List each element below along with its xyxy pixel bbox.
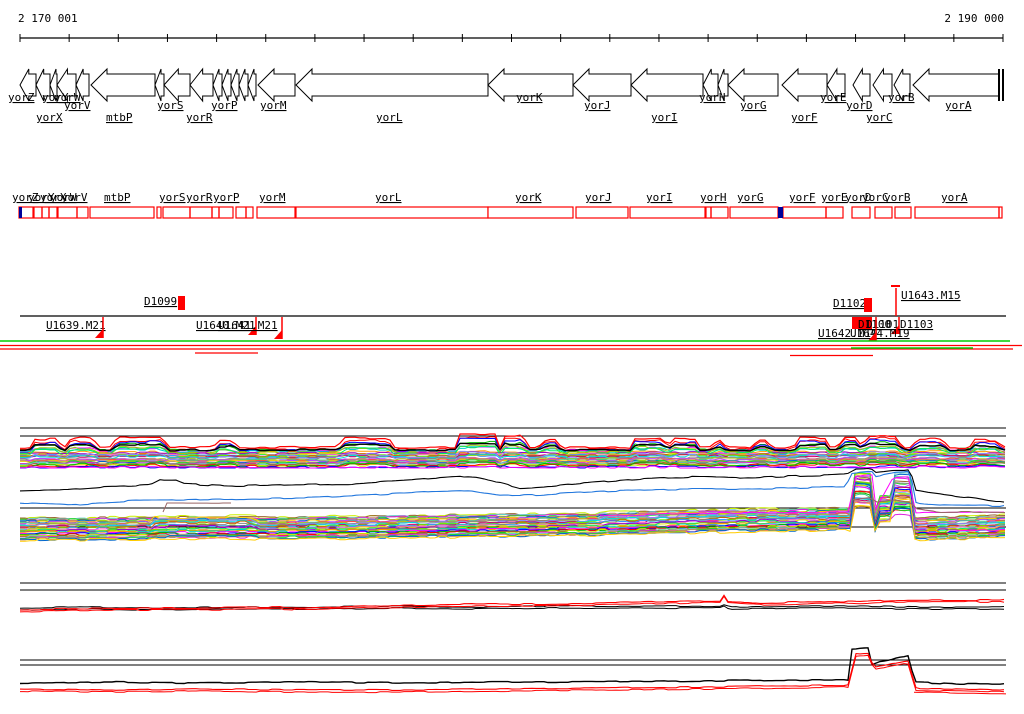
annotation-box[interactable] [487,206,574,219]
marker-label-U1641.M21[interactable]: U1641.M21 [218,319,278,332]
annotation-label-yorK[interactable]: yorK [515,191,542,204]
annotation-track: yorZyorYyorXyorWyorV mtbP yorS yorR yorP yorM… [12,191,1003,219]
gene-arrow-yorL[interactable] [295,67,489,103]
gene-label-yorI[interactable]: yorI [651,111,678,124]
gene-arrow[interactable] [154,68,165,102]
marker-label-U1644.M19[interactable]: U1644.M19 [850,327,910,340]
annotation-box[interactable] [729,206,779,219]
gene-label-yorC[interactable]: yorC [866,111,893,124]
trace-bottom-red-fan [913,691,1007,695]
annotation-label-yorJ[interactable]: yorJ [585,191,612,204]
contig-end-bar [998,69,1000,101]
annotation-label-yorH[interactable]: yorH [700,191,727,204]
annotation-box[interactable] [162,206,234,219]
annotation-label-yorP[interactable]: yorP [213,191,240,204]
annotation-box[interactable] [295,206,489,219]
gene-label-yorP[interactable]: yorP [211,99,238,112]
gene-label-yorR[interactable]: yorR [186,111,213,124]
annotation-box[interactable] [914,206,1003,219]
gene-label-yorV[interactable]: yorV [64,99,91,112]
gene-arrow-yorP[interactable] [238,68,249,102]
annotation-label-yorS[interactable]: yorS [159,191,186,204]
gene-label-yorK[interactable]: yorK [516,91,543,104]
ruler-start-coordinate: 2 170 001 [18,12,78,25]
gene-label-yorE[interactable]: yorE [820,91,847,104]
gene-arrow-yorA[interactable] [912,67,1000,103]
contig-end-bar [1002,69,1004,101]
annotation-box[interactable] [156,206,162,219]
annotation-box[interactable] [782,206,844,219]
annotation-box[interactable] [894,206,912,219]
gene-label-yorG[interactable]: yorG [740,99,767,112]
annotation-label-yorR[interactable]: yorR [186,191,213,204]
gene-arrow-yorD[interactable] [852,67,871,103]
gene-arrow-yorG[interactable] [727,67,779,103]
gene-arrow[interactable] [212,68,223,102]
gene-label-yorX[interactable]: yorX [36,111,63,124]
gene-arrow[interactable] [221,68,232,102]
annotation-label-yorA[interactable]: yorA [941,191,968,204]
annotation-box[interactable] [33,206,58,219]
annotation-highlight-navy[interactable] [778,207,783,218]
marker-label-U1643.M15[interactable]: U1643.M15 [901,289,961,302]
marker-track: D1099 D1102U1643.M15U1639.M21 U1640.M21U16… [20,285,1006,341]
marker-box[interactable] [178,296,185,310]
gene-label-yorZ[interactable]: yorZ [8,91,35,104]
ruler-end-coordinate: 2 190 000 [944,12,1004,25]
annotation-box[interactable] [235,206,254,219]
marker-box[interactable] [864,298,872,312]
gene-arrow-yorR[interactable] [189,67,214,103]
trace-bottom-red [20,654,1005,694]
coverage-track [0,340,1022,357]
gene-label-yorB[interactable]: yorB [888,91,915,104]
gene-arrow-yorJ[interactable] [572,67,632,103]
gene-label-mtbP[interactable]: mtbP [106,111,133,124]
annotation-label-yorM[interactable]: yorM [259,191,286,204]
annotation-box[interactable] [629,206,706,219]
signal-trace [20,473,1006,520]
gene-label-yorF[interactable]: yorF [791,111,818,124]
annotation-mark-blue [19,207,22,218]
genome-browser-window: 2 170 001 2 190 000 yorZ yorY yorW yorV yorX… [0,0,1024,714]
gene-label-yorM[interactable]: yorM [260,99,287,112]
annotation-label-yorB[interactable]: yorB [884,191,911,204]
gene-arrow-yorS[interactable] [163,67,191,103]
annotation-box[interactable] [851,206,871,219]
gene-label-yorL[interactable]: yorL [376,111,403,124]
gene-label-yorS[interactable]: yorS [157,99,184,112]
annotation-box[interactable] [575,206,629,219]
marker-dash [891,285,900,287]
annotation-box[interactable] [874,206,893,219]
annotation-box[interactable] [89,206,155,219]
annotation-label-yorI[interactable]: yorI [646,191,673,204]
gene-arrow[interactable] [247,68,257,102]
marker-label-D1102[interactable]: D1102 [833,297,866,310]
marker-label-D1099[interactable]: D1099 [144,295,177,308]
gene-track: yorZ yorYyorWyorVyorX mtbPyorSyorRyorP yorM… [8,67,1004,124]
annotation-label-yorF[interactable]: yorF [789,191,816,204]
gene-label-yorH[interactable]: yorH [699,91,726,104]
annotation-label-yorE[interactable]: yorE [821,191,848,204]
signal-panels [19,427,1007,695]
annotation-label-yorG[interactable]: yorG [737,191,764,204]
gene-arrow-mtbP[interactable] [90,67,156,103]
annotation-label-mtbP[interactable]: mtbP [104,191,131,204]
gene-label-yorA[interactable]: yorA [945,99,972,112]
gene-arrow[interactable] [230,68,240,102]
annotation-box[interactable] [256,206,296,219]
annotation-label-yorL[interactable]: yorL [375,191,402,204]
marker-label-U1639.M21[interactable]: U1639.M21 [46,319,106,332]
gene-label-yorJ[interactable]: yorJ [584,99,611,112]
browser-canvas: yorZ yorYyorWyorVyorX mtbPyorSyorRyorP yorM… [0,34,1022,695]
gene-arrow-yorM[interactable] [257,67,296,103]
trace-bottom-red [19,652,1005,691]
annotation-box[interactable] [705,206,729,219]
signal-trace [20,490,1006,530]
ruler-track [19,34,1004,42]
gene-arrow-yorI[interactable] [630,67,704,103]
annotation-box[interactable] [57,206,89,219]
annotation-label-yorV[interactable]: yorV [61,191,88,204]
